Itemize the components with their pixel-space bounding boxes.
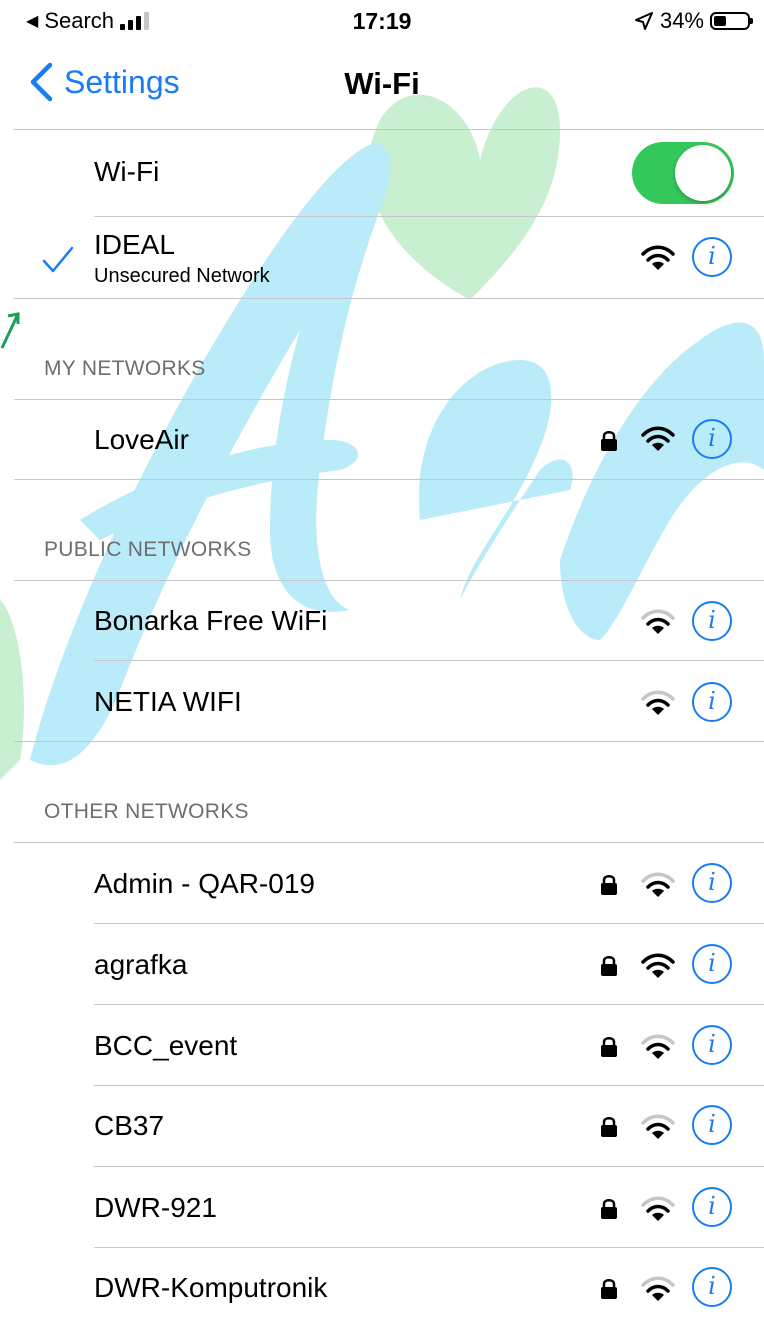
- info-button[interactable]: i: [692, 1105, 732, 1145]
- network-name: agrafka: [94, 949, 188, 980]
- page-title: Wi-Fi: [344, 66, 420, 101]
- network-name: DWR-Komputronik: [94, 1272, 328, 1303]
- info-button[interactable]: i: [692, 863, 732, 903]
- lock-icon: [601, 1279, 617, 1299]
- network-name: Admin - QAR-019: [94, 868, 315, 899]
- nav-divider: [14, 129, 764, 130]
- connected-network-row[interactable]: IDEAL Unsecured Network i: [0, 217, 764, 298]
- network-row-agrafka[interactable]: agrafka i: [0, 924, 764, 1004]
- wifi-full-icon: [641, 245, 675, 270]
- wifi-toggle-label: Wi-Fi: [94, 156, 160, 187]
- section-divider: [14, 741, 764, 742]
- battery-icon: [710, 12, 753, 30]
- wifi-toggle-switch[interactable]: [632, 142, 734, 204]
- wifi-medium-icon: [641, 1276, 675, 1301]
- section-header-my-networks: MY NETWORKS: [44, 357, 206, 380]
- network-row-bonarka[interactable]: Bonarka Free WiFi i: [0, 581, 764, 660]
- location-arrow-icon: [634, 12, 653, 30]
- network-row-admin[interactable]: Admin - QAR-019 i: [0, 843, 764, 923]
- checkmark-icon: [42, 246, 74, 273]
- network-name: Bonarka Free WiFi: [94, 605, 328, 636]
- section-header-public-networks: PUBLIC NETWORKS: [44, 538, 252, 561]
- section-header-other-networks: OTHER NETWORKS: [44, 800, 249, 823]
- lock-icon: [601, 1199, 617, 1219]
- info-button[interactable]: i: [692, 944, 732, 984]
- wifi-full-icon: [641, 426, 675, 451]
- network-row-bcc-event[interactable]: BCC_event i: [0, 1005, 764, 1085]
- status-right-group: 34%: [634, 8, 753, 34]
- network-name: DWR-921: [94, 1192, 217, 1223]
- wifi-medium-icon: [641, 872, 675, 897]
- network-row-dwr-921[interactable]: DWR-921 i: [0, 1167, 764, 1247]
- green-arrow-icon: [0, 312, 20, 349]
- network-row-netia[interactable]: NETIA WIFI i: [0, 661, 764, 741]
- wifi-medium-icon: [641, 1114, 675, 1139]
- lock-icon: [601, 1117, 617, 1137]
- lock-icon: [601, 956, 617, 976]
- wifi-medium-icon: [641, 1034, 675, 1059]
- info-button[interactable]: i: [692, 601, 732, 641]
- info-button[interactable]: i: [692, 1025, 732, 1065]
- connected-network-status: Unsecured Network: [94, 265, 270, 287]
- network-name: LoveAir: [94, 424, 189, 455]
- wifi-medium-icon: [641, 609, 675, 634]
- network-row-cb37[interactable]: CB37 i: [0, 1086, 764, 1166]
- info-button[interactable]: i: [692, 419, 732, 459]
- network-name: NETIA WIFI: [94, 686, 242, 717]
- row-divider: [14, 298, 764, 299]
- info-button[interactable]: i: [692, 237, 732, 277]
- lock-icon: [601, 1037, 617, 1057]
- wifi-medium-icon: [641, 1196, 675, 1221]
- info-button[interactable]: i: [692, 682, 732, 722]
- wifi-full-icon: [641, 953, 675, 978]
- network-row-dwr-komputronik[interactable]: DWR-Komputronik i: [0, 1248, 764, 1323]
- section-divider: [14, 479, 764, 480]
- network-row-loveair[interactable]: LoveAir i: [0, 400, 764, 479]
- lock-icon: [601, 875, 617, 895]
- battery-percent: 34%: [659, 8, 704, 33]
- info-button[interactable]: i: [692, 1187, 732, 1227]
- info-button[interactable]: i: [692, 1267, 732, 1307]
- wifi-medium-icon: [641, 690, 675, 715]
- lock-icon: [601, 431, 617, 451]
- network-name: CB37: [94, 1110, 165, 1141]
- connected-network-name: IDEAL: [94, 229, 175, 260]
- network-name: BCC_event: [94, 1030, 238, 1061]
